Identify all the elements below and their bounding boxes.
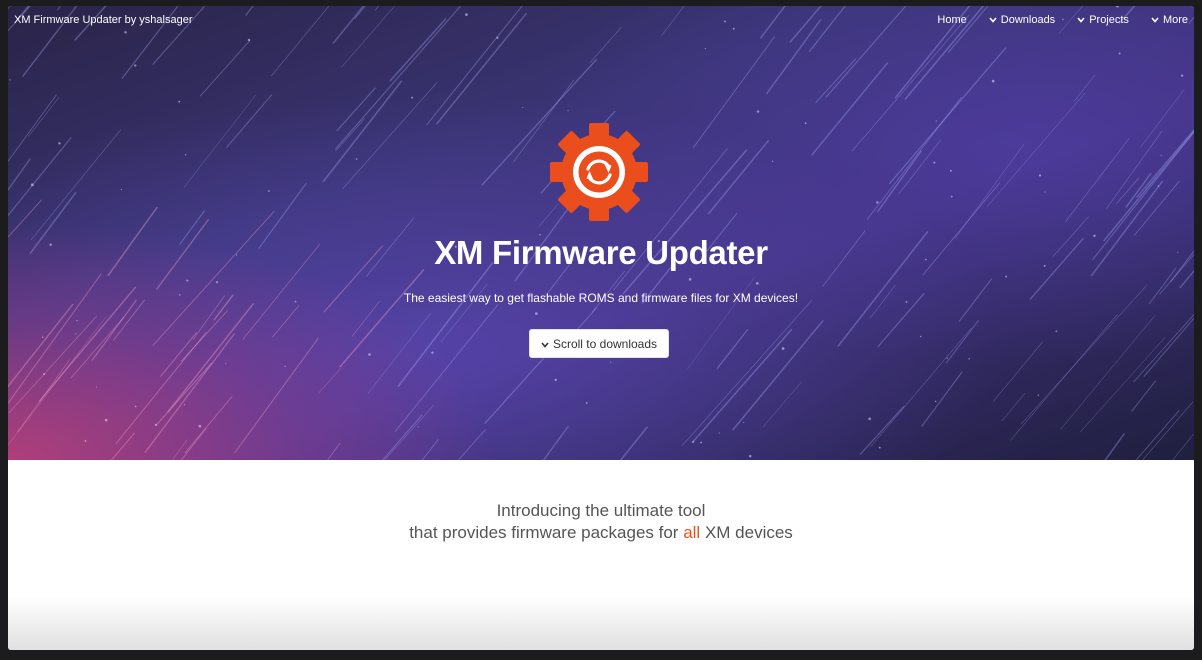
nav-more-label: More	[1162, 14, 1188, 26]
intro-line-2-start: that provides firmware packages for	[409, 523, 684, 542]
nav-more-dropdown[interactable]: More	[1151, 14, 1188, 26]
intro-highlight: all	[683, 523, 701, 542]
section-fade	[8, 596, 1194, 650]
gear-refresh-icon	[548, 121, 650, 223]
top-navbar: XM Firmware Updater by yshalsager Home D…	[8, 6, 1194, 34]
intro-line-1: Introducing the ultimate tool	[496, 501, 706, 520]
intro-text: Introducing the ultimate tool that provi…	[8, 500, 1194, 544]
nav-links: Home Downloads Projects More	[915, 14, 1194, 26]
intro-line-2-end: XM devices	[700, 523, 793, 542]
scroll-to-downloads-button[interactable]: Scroll to downloads	[529, 329, 669, 358]
site-brand[interactable]: XM Firmware Updater by yshalsager	[8, 14, 193, 26]
chevron-down-icon	[1077, 14, 1085, 26]
page-title: XM Firmware Updater	[434, 234, 768, 271]
nav-projects-label: Projects	[1089, 14, 1129, 26]
chevron-down-icon	[1151, 14, 1159, 26]
browser-page: XM Firmware Updater by yshalsager Home D…	[8, 6, 1194, 650]
nav-home[interactable]: Home	[937, 14, 966, 26]
nav-downloads-label: Downloads	[1000, 14, 1056, 26]
hero-section: XM Firmware Updater by yshalsager Home D…	[8, 6, 1194, 460]
hero-subtitle: The easiest way to get flashable ROMS an…	[403, 291, 799, 305]
nav-home-label: Home	[937, 14, 967, 26]
intro-line-2: that provides firmware packages for all …	[8, 522, 1194, 544]
chevron-down-icon	[541, 337, 549, 351]
hero-background-streaks	[8, 6, 1194, 460]
chevron-down-icon	[989, 14, 997, 26]
nav-projects-dropdown[interactable]: Projects	[1077, 14, 1129, 26]
scroll-to-downloads-label: Scroll to downloads	[552, 336, 658, 351]
nav-downloads-dropdown[interactable]: Downloads	[989, 14, 1055, 26]
